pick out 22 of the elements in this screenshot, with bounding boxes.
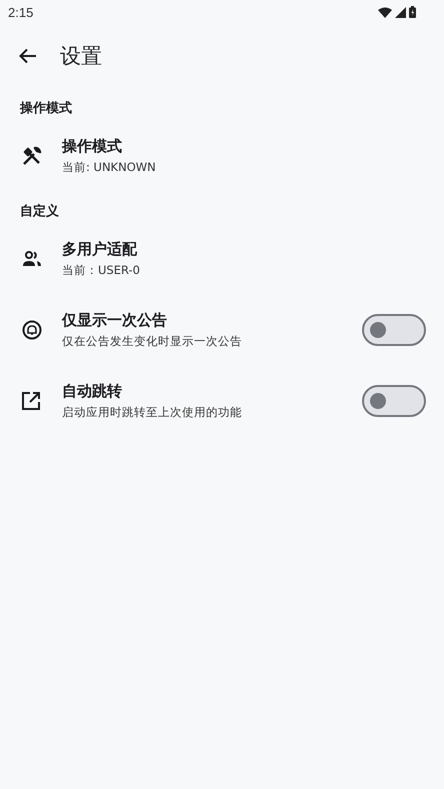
section-header: 操作模式 [18, 100, 73, 118]
wifi-icon [378, 6, 392, 18]
setting-title: 自动跳转 [62, 382, 123, 400]
status-time: 2:15 [8, 4, 34, 20]
page-title: 设置 [60, 43, 102, 70]
setting-summary: 当前：USER-0 [62, 262, 141, 278]
battery-icon [409, 6, 416, 18]
bell-icon [22, 320, 42, 340]
toggle-switch[interactable] [362, 384, 426, 416]
toggle-switch[interactable] [362, 314, 426, 346]
setting-summary: 当前: UNKNOWN [62, 160, 157, 174]
setting-summary: 启动应用时跳转至上次使用的功能 [62, 404, 243, 420]
people-icon [22, 250, 42, 266]
signal-icon [395, 6, 406, 18]
tools-icon [22, 146, 42, 166]
back-button[interactable] [19, 48, 37, 64]
setting-title: 多用户适配 [62, 240, 138, 258]
setting-title: 操作模式 [62, 136, 123, 156]
open-external-icon [22, 392, 40, 410]
section-header: 自定义 [19, 202, 60, 221]
setting-title: 仅显示一次公告 [62, 310, 168, 330]
setting-summary: 仅在公告发生变化时显示一次公告 [62, 334, 243, 348]
